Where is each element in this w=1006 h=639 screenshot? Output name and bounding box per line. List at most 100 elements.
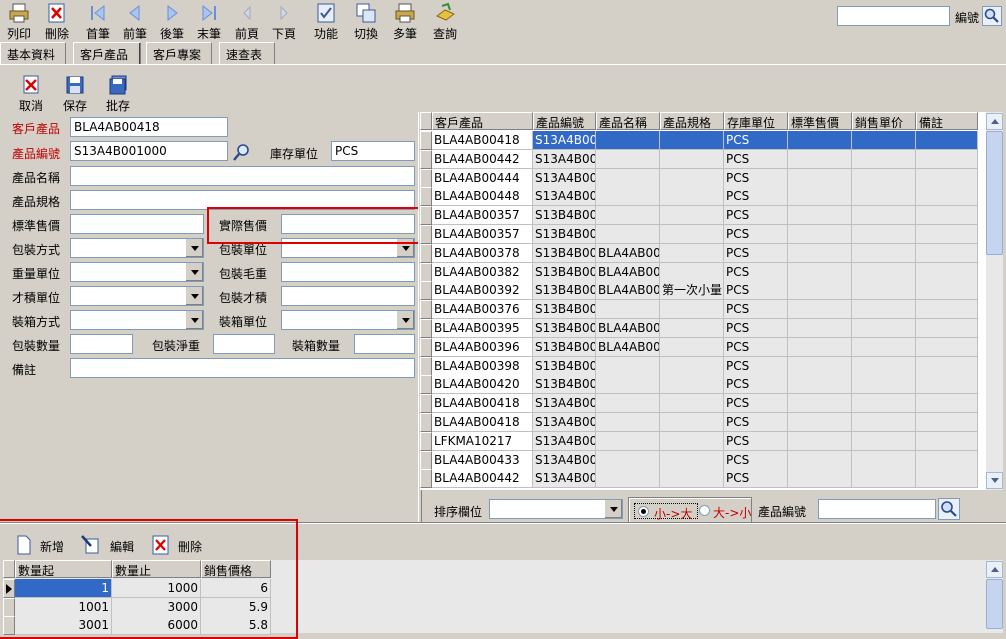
- grid-cell[interactable]: [788, 319, 852, 338]
- grid-cell[interactable]: PCS: [724, 168, 788, 188]
- grid-row-indicator[interactable]: [420, 356, 432, 376]
- grid-cell[interactable]: S13B4B000: [533, 262, 596, 282]
- grid-cell[interactable]: [852, 187, 916, 207]
- grid-cell[interactable]: [852, 300, 916, 320]
- grid-row-indicator[interactable]: [420, 149, 432, 169]
- grid-cell[interactable]: [660, 394, 724, 414]
- scroll-up-arrow-icon[interactable]: [986, 113, 1003, 130]
- grid-header-product-code[interactable]: 產品編號: [533, 112, 596, 130]
- box-unit-dropdown-arrow-icon[interactable]: [396, 311, 414, 329]
- grid-cell[interactable]: S13A4B001: [533, 431, 596, 451]
- grid-row-indicator[interactable]: [420, 394, 432, 414]
- grid-cell[interactable]: PCS: [724, 469, 788, 489]
- grid-cell[interactable]: [596, 168, 660, 188]
- grid-cell[interactable]: [916, 375, 978, 395]
- grid-cell[interactable]: [916, 300, 978, 320]
- grid-row-indicator[interactable]: [420, 469, 432, 489]
- grid-cell[interactable]: [596, 413, 660, 432]
- grid-cell[interactable]: BLA4AB00392: [432, 281, 533, 301]
- grid-row-indicator[interactable]: [420, 431, 432, 451]
- grid-cell[interactable]: [660, 469, 724, 489]
- grid-cell[interactable]: [660, 431, 724, 451]
- grid-cell[interactable]: [788, 281, 852, 301]
- grid-cell[interactable]: BLA4AB00418: [432, 413, 533, 432]
- grid-cell[interactable]: [916, 356, 978, 376]
- grid-cell[interactable]: [596, 225, 660, 244]
- grid-cell[interactable]: 第一次小量: [660, 281, 724, 301]
- tab-customer-product[interactable]: 客戶產品: [73, 42, 141, 64]
- grid-cell[interactable]: PCS: [724, 413, 788, 432]
- sort-desc-radio-icon[interactable]: [699, 505, 710, 516]
- grid-cell[interactable]: S13A4B001: [533, 450, 596, 470]
- grid-cell[interactable]: S13B4B000: [533, 337, 596, 357]
- grid-cell[interactable]: [596, 187, 660, 207]
- previous-page-button[interactable]: 前頁: [233, 0, 261, 42]
- grid-cell[interactable]: PCS: [724, 262, 788, 282]
- grid-cell[interactable]: [660, 187, 724, 207]
- pack-net-input[interactable]: [213, 334, 275, 354]
- grid-cell[interactable]: [788, 300, 852, 320]
- sort-field-select[interactable]: [489, 499, 623, 519]
- grid-cell[interactable]: PCS: [724, 300, 788, 320]
- grid-cell[interactable]: [596, 394, 660, 414]
- grid-cell[interactable]: BLA4AB003: [596, 281, 660, 301]
- grid-cell[interactable]: [916, 262, 978, 282]
- product-code-input[interactable]: S13A4B001000: [70, 141, 228, 161]
- grid-header-product-spec[interactable]: 產品規格: [660, 112, 724, 130]
- grid-cell[interactable]: [916, 168, 978, 188]
- grid-cell[interactable]: S13A4B001: [533, 413, 596, 432]
- multi-record-button[interactable]: 多筆: [390, 0, 420, 42]
- grid-cell[interactable]: [852, 168, 916, 188]
- grid-cell[interactable]: [788, 168, 852, 188]
- product-grid-scrollbar[interactable]: [986, 112, 1003, 490]
- remark-input[interactable]: [70, 358, 415, 378]
- grid-cell[interactable]: [596, 431, 660, 451]
- grid-cell[interactable]: [852, 206, 916, 226]
- grid-cell[interactable]: [788, 262, 852, 282]
- grid-cell[interactable]: [788, 149, 852, 169]
- grid-cell[interactable]: [852, 319, 916, 338]
- grid-cell[interactable]: [596, 149, 660, 169]
- grid-cell[interactable]: [852, 131, 916, 150]
- grid-cell[interactable]: PCS: [724, 149, 788, 169]
- grid-cell[interactable]: [788, 469, 852, 489]
- grid-cell[interactable]: [788, 225, 852, 244]
- tab-customer-project[interactable]: 客戶專案: [146, 42, 212, 64]
- grid-row-indicator[interactable]: [420, 206, 432, 226]
- grid-cell[interactable]: PCS: [724, 206, 788, 226]
- grid-product-code-input[interactable]: [818, 499, 936, 519]
- grid-cell[interactable]: S13A4B001: [533, 394, 596, 414]
- grid-cell[interactable]: [852, 450, 916, 470]
- box-method-dropdown-arrow-icon[interactable]: [185, 311, 203, 329]
- grid-cell[interactable]: S13A4B001: [533, 187, 596, 207]
- grid-row-indicator[interactable]: [420, 337, 432, 357]
- volume-unit-dropdown-arrow-icon[interactable]: [185, 287, 203, 305]
- grid-cell[interactable]: S13B4B000: [533, 281, 596, 301]
- grid-cell[interactable]: [788, 206, 852, 226]
- grid-cell[interactable]: BLA4AB00433: [432, 450, 533, 470]
- grid-cell[interactable]: [852, 469, 916, 489]
- grid-cell[interactable]: PCS: [724, 131, 788, 150]
- grid-header-stock-unit[interactable]: 存庫單位: [724, 112, 788, 130]
- pack-method-select[interactable]: [70, 238, 204, 258]
- grid-cell[interactable]: [660, 375, 724, 395]
- grid-cell[interactable]: [788, 356, 852, 376]
- grid-row-indicator[interactable]: [420, 450, 432, 470]
- grid-cell[interactable]: [852, 413, 916, 432]
- cancel-button[interactable]: 取消: [14, 72, 48, 114]
- weight-unit-dropdown-arrow-icon[interactable]: [185, 263, 203, 281]
- grid-header-customer-product[interactable]: 客戶產品: [432, 112, 533, 130]
- grid-cell[interactable]: [660, 300, 724, 320]
- grid-cell[interactable]: PCS: [724, 450, 788, 470]
- grid-cell[interactable]: PCS: [724, 187, 788, 207]
- grid-cell[interactable]: S13B4B000: [533, 375, 596, 395]
- grid-cell[interactable]: BLA4AB003: [596, 319, 660, 338]
- grid-row-indicator[interactable]: [420, 225, 432, 244]
- grid-cell[interactable]: BLA4AB00398: [432, 356, 533, 376]
- grid-cell[interactable]: PCS: [724, 281, 788, 301]
- grid-cell[interactable]: BLA4AB00357: [432, 206, 533, 226]
- grid-cell[interactable]: LFKMA10217: [432, 431, 533, 451]
- box-qty-input[interactable]: [354, 334, 415, 354]
- grid-cell[interactable]: [916, 319, 978, 338]
- grid-row-indicator[interactable]: [420, 262, 432, 282]
